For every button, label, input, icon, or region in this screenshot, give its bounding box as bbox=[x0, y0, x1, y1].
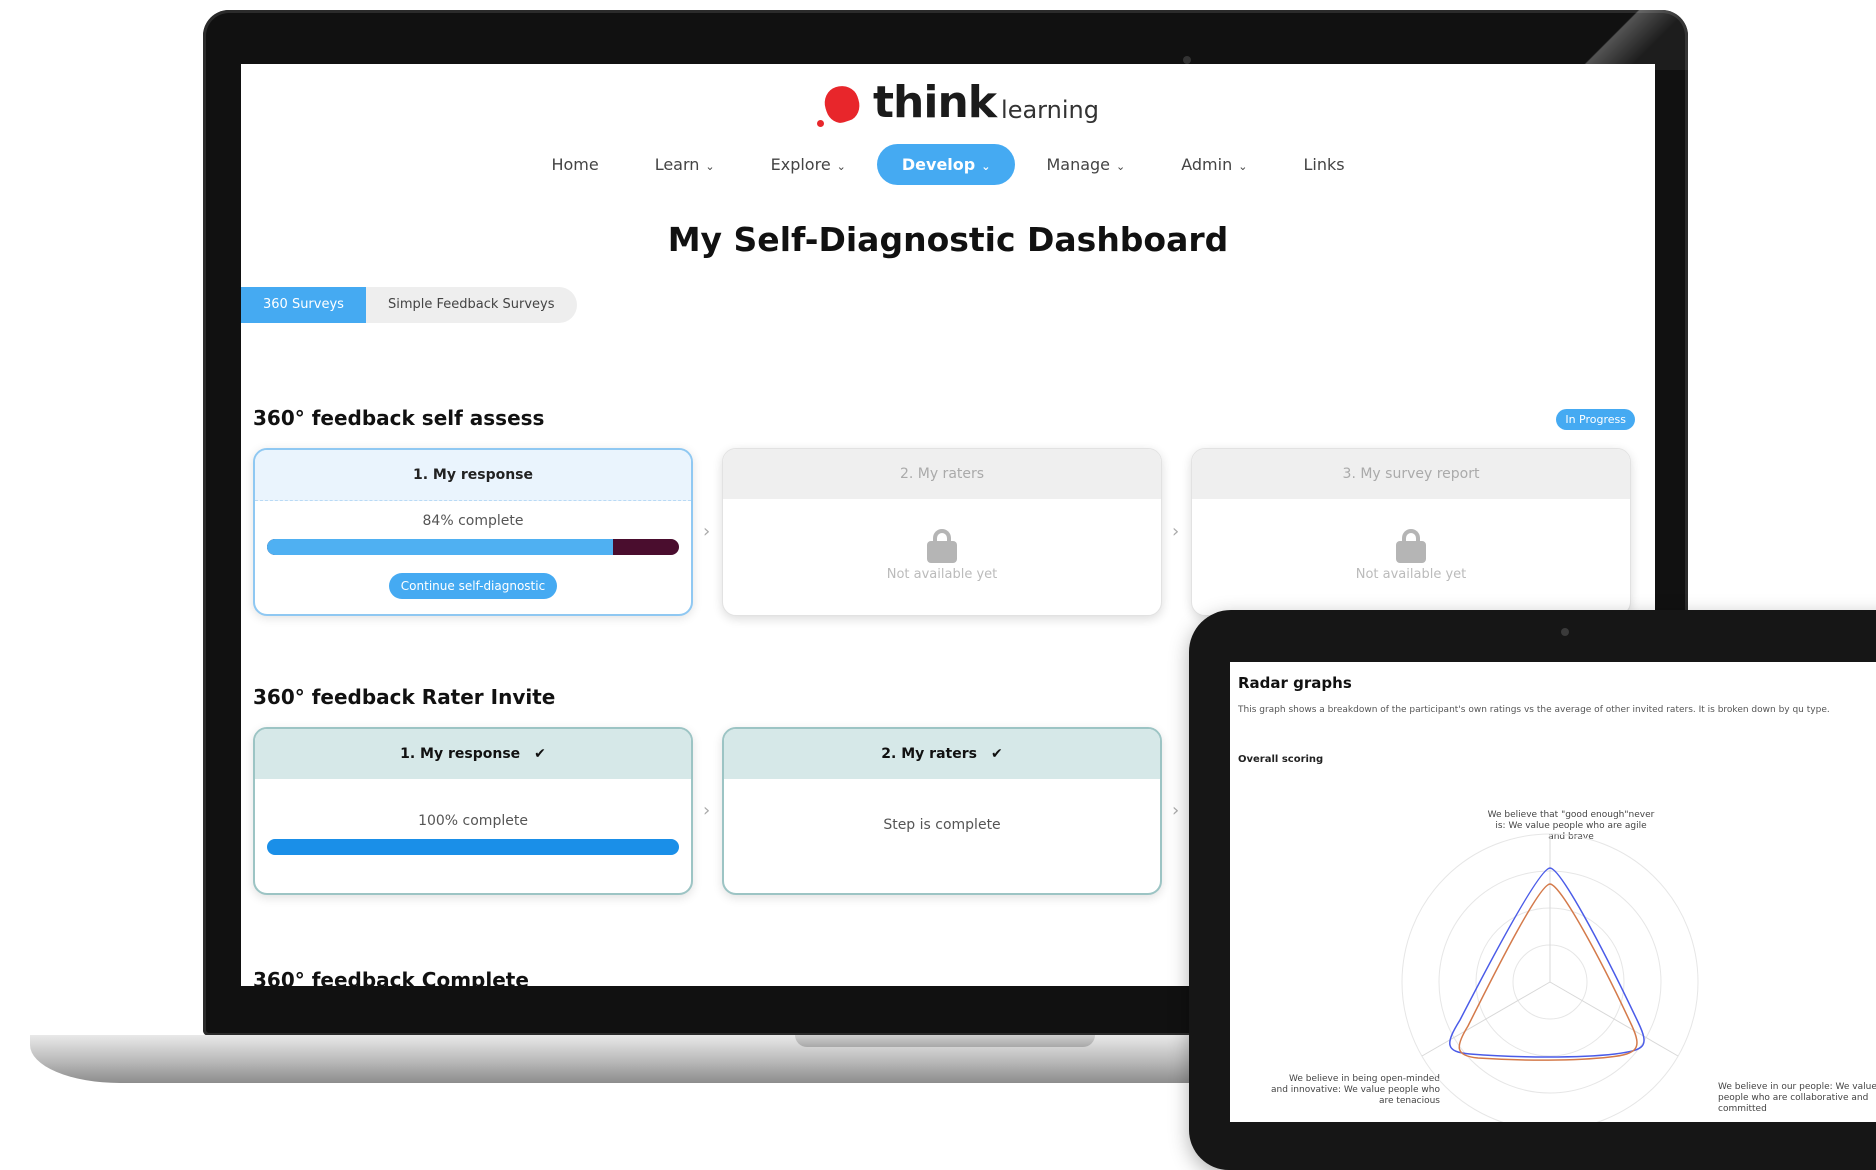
section-title-complete: 360° feedback Complete bbox=[253, 968, 529, 986]
step-complete-text: Step is complete bbox=[883, 817, 1001, 833]
lid-reflection bbox=[1548, 10, 1688, 70]
logo-think-text: think bbox=[873, 77, 997, 128]
step-card-my-raters-done[interactable]: 2. My raters ✔ Step is complete bbox=[722, 727, 1162, 895]
nav-manage[interactable]: Manage ⌄ bbox=[1021, 144, 1150, 185]
step-card-header: 3. My survey report bbox=[1192, 449, 1630, 499]
continue-self-diagnostic-button[interactable]: Continue self-diagnostic bbox=[388, 573, 558, 599]
nav-admin[interactable]: Admin ⌄ bbox=[1156, 144, 1272, 185]
logo-learning-text: learning bbox=[1001, 96, 1099, 124]
section-title-rater-invite: 360° feedback Rater Invite bbox=[253, 685, 556, 709]
step-card-my-raters: 2. My raters Not available yet bbox=[722, 448, 1162, 616]
not-available-text: Not available yet bbox=[1355, 567, 1467, 582]
radar-graphs-title: Radar graphs bbox=[1238, 674, 1352, 692]
radar-axis-label-right: We believe in our people: We value peopl… bbox=[1718, 1082, 1876, 1114]
not-available-text: Not available yet bbox=[886, 567, 998, 582]
chevron-right-icon: › bbox=[1172, 521, 1180, 542]
step-card-header: 2. My raters bbox=[723, 449, 1161, 499]
nav-explore[interactable]: Explore ⌄ bbox=[746, 144, 871, 185]
lock-icon bbox=[1396, 529, 1426, 563]
tablet-camera bbox=[1561, 628, 1569, 636]
step-card-header: 2. My raters ✔ bbox=[724, 729, 1160, 779]
chevron-down-icon: ⌄ bbox=[836, 160, 846, 173]
survey-tabs: 360 Surveys Simple Feedback Surveys bbox=[241, 287, 577, 323]
step-card-my-response[interactable]: 1. My response 84% complete Continue sel… bbox=[253, 448, 693, 616]
status-badge: In Progress bbox=[1556, 409, 1635, 430]
page-title: My Self-Diagnostic Dashboard bbox=[667, 220, 1229, 259]
nav-learn[interactable]: Learn ⌄ bbox=[630, 144, 740, 185]
checkmark-icon: ✔ bbox=[534, 746, 546, 762]
logo-mark-icon bbox=[817, 81, 864, 128]
chevron-down-icon: ⌄ bbox=[1116, 160, 1126, 173]
step-card-header: 1. My response ✔ bbox=[255, 729, 691, 779]
laptop-base-notch bbox=[795, 1035, 1095, 1047]
step-card-my-survey-report: 3. My survey report Not available yet bbox=[1191, 448, 1631, 616]
radar-series-raters bbox=[1458, 883, 1638, 1061]
lock-icon bbox=[927, 529, 957, 563]
tab-360-surveys[interactable]: 360 Surveys bbox=[241, 287, 366, 323]
tablet-frame: Radar graphs This graph shows a breakdow… bbox=[1189, 610, 1876, 1170]
overall-scoring-subtitle: Overall scoring bbox=[1238, 754, 1324, 765]
brand-logo[interactable]: think learning bbox=[817, 72, 1099, 128]
radar-chart bbox=[1401, 833, 1699, 1122]
chevron-down-icon: ⌄ bbox=[705, 160, 715, 173]
chevron-down-icon: ⌄ bbox=[1238, 160, 1248, 173]
tab-simple-feedback-surveys[interactable]: Simple Feedback Surveys bbox=[366, 287, 577, 323]
chevron-right-icon: › bbox=[703, 800, 711, 821]
chevron-right-icon: › bbox=[703, 521, 711, 542]
webcam bbox=[1183, 56, 1191, 64]
nav-links[interactable]: Links bbox=[1278, 144, 1369, 185]
main-nav: Home Learn ⌄ Explore ⌄ Develop ⌄ Manage ⌄ Ad… bbox=[241, 144, 1655, 185]
chevron-down-icon: ⌄ bbox=[981, 160, 991, 173]
progress-bar bbox=[267, 839, 679, 855]
step-card-my-response-done[interactable]: 1. My response ✔ 100% complete bbox=[253, 727, 693, 895]
progress-text: 100% complete bbox=[418, 813, 528, 829]
nav-home[interactable]: Home bbox=[526, 144, 623, 185]
chevron-right-icon: › bbox=[1172, 800, 1180, 821]
radar-graphs-description: This graph shows a breakdown of the part… bbox=[1238, 705, 1830, 715]
checkmark-icon: ✔ bbox=[990, 746, 1003, 762]
progress-bar-fill bbox=[267, 839, 679, 855]
tablet-screen: Radar graphs This graph shows a breakdow… bbox=[1230, 662, 1876, 1122]
progress-bar bbox=[267, 539, 679, 555]
nav-develop[interactable]: Develop ⌄ bbox=[876, 144, 1016, 185]
progress-text: 84% complete bbox=[422, 513, 524, 529]
step-card-header: 1. My response bbox=[255, 450, 691, 501]
progress-bar-fill bbox=[267, 539, 614, 555]
section-title-self-assess: 360° feedback self assess bbox=[253, 406, 545, 430]
